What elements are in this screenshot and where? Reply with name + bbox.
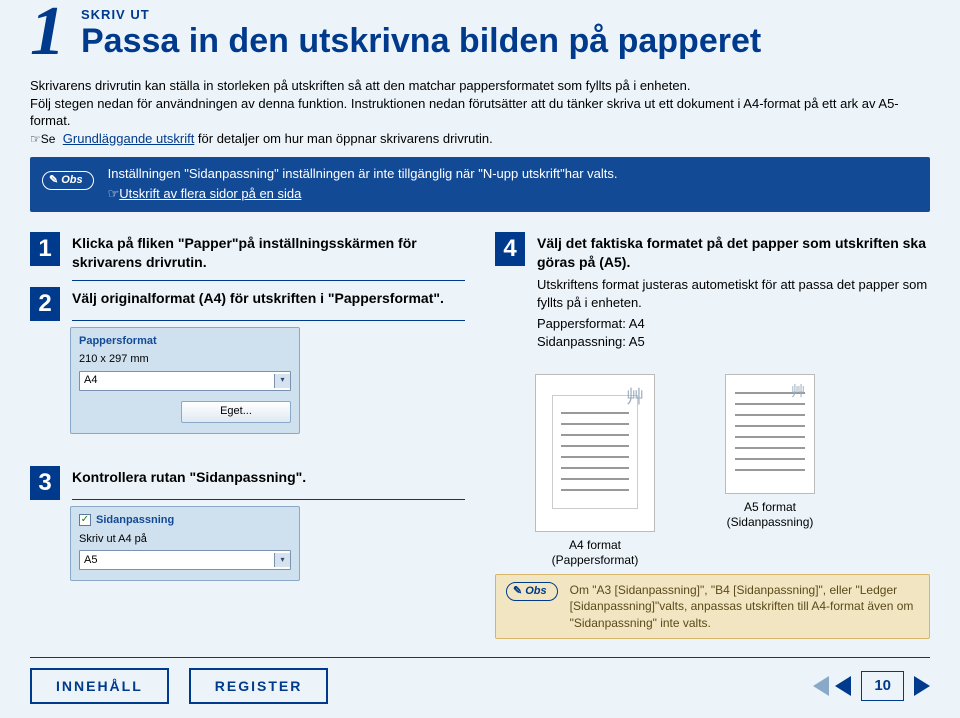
warning-note: Obs Om "A3 [Sidanpassning]", "B4 [Sidanp…: [495, 574, 930, 639]
a4-caption-2: (Pappersformat): [535, 553, 655, 568]
nav-first-icon[interactable]: [813, 676, 829, 696]
nav-next-icon[interactable]: [914, 676, 930, 696]
step-number: 4: [495, 232, 525, 266]
step-4-detail-1: Utskriftens format justeras autometiskt …: [537, 276, 930, 311]
contents-button[interactable]: INNEHÅLL: [30, 668, 169, 704]
step-4-title: Välj det faktiska formatet på det papper…: [537, 234, 930, 272]
tree-icon: ⾋: [624, 385, 646, 407]
page-title: Passa in den utskrivna bilden på pappere…: [81, 24, 761, 60]
step-2-title: Välj originalformat (A4) för utskriften …: [72, 289, 465, 308]
callout-line1: Inställningen "Sidanpassning" inställnin…: [108, 165, 920, 183]
obs-badge: Obs: [506, 582, 558, 601]
intro-link-suffix: för detaljer om hur man öppnar skrivaren…: [194, 131, 492, 146]
step-4-detail-2: Pappersformat: A4: [537, 315, 930, 333]
fit-to-page-checkbox[interactable]: ✓: [79, 514, 91, 526]
intro-block: Skrivarens drivrutin kan ställa in storl…: [30, 77, 930, 147]
select-value: A4: [84, 373, 97, 388]
step-3-title: Kontrollera rutan "Sidanpassning".: [72, 468, 465, 487]
ui-paper-dims: 210 x 297 mm: [79, 352, 291, 367]
paper-format-select[interactable]: A4 ▾: [79, 371, 291, 391]
step-number: 2: [30, 287, 60, 321]
ui-label-fit: Sidanpassning: [96, 513, 174, 528]
section-overline: SKRIV UT: [81, 6, 761, 24]
note-callout: Obs Inställningen "Sidanpassning" instäl…: [30, 157, 930, 212]
fit-size-select[interactable]: A5 ▾: [79, 550, 291, 570]
a4-caption-1: A4 format: [535, 538, 655, 553]
step-number: 3: [30, 466, 60, 500]
page-footer: INNEHÅLL REGISTER 10: [30, 668, 930, 704]
a5-caption-1: A5 format: [725, 500, 815, 515]
step-4-detail-3: Sidanpassning: A5: [537, 333, 930, 351]
ui-fit-line: Skriv ut A4 på: [79, 532, 291, 547]
chevron-down-icon: ▾: [274, 374, 290, 388]
intro-paragraph-2: Följ stegen nedan för användningen av de…: [30, 95, 930, 130]
select-value: A5: [84, 553, 97, 568]
index-button[interactable]: REGISTER: [189, 668, 329, 704]
pointer-icon: ☞Se: [30, 132, 59, 146]
paper-a5-illustration: ⾋: [725, 374, 815, 494]
chevron-down-icon: ▾: [274, 553, 290, 567]
pointer-icon: ☞: [108, 186, 120, 201]
tree-icon: ⾋: [787, 382, 809, 404]
ui-fit-to-page-group: ✓ Sidanpassning Skriv ut A4 på A5 ▾: [70, 506, 300, 582]
page-number: 10: [861, 671, 904, 701]
intro-paragraph-1: Skrivarens drivrutin kan ställa in storl…: [30, 77, 930, 95]
step-number: 1: [30, 232, 60, 266]
step-4: 4 Välj det faktiska formatet på det papp…: [495, 232, 930, 358]
paper-a4-illustration: ⾋: [535, 374, 655, 532]
warning-text: Om "A3 [Sidanpassning]", "B4 [Sidanpassn…: [570, 582, 919, 631]
step-1-title: Klicka på fliken "Papper"på inställnings…: [72, 234, 465, 272]
a5-caption-2: (Sidanpassning): [725, 515, 815, 530]
step-1: 1 Klicka på fliken "Papper"på inställnin…: [30, 232, 465, 281]
custom-paper-button[interactable]: Eget...: [181, 401, 291, 423]
ui-paper-format-group: Pappersformat 210 x 297 mm A4 ▾ Eget...: [70, 327, 300, 434]
step-2: 2 Välj originalformat (A4) för utskrifte…: [30, 287, 465, 321]
link-basic-printing[interactable]: Grundläggande utskrift: [63, 131, 195, 146]
page-header: 1 SKRIV UT Passa in den utskrivna bilden…: [30, 0, 930, 63]
ui-label-paperformat: Pappersformat: [79, 334, 291, 349]
nav-prev-icon[interactable]: [835, 676, 851, 696]
paper-illustration-row: ⾋ A4 format (Pappersformat) ⾋ A5 format …: [535, 374, 930, 568]
obs-badge: Obs: [42, 171, 94, 190]
link-multi-page[interactable]: Utskrift av flera sidor på en sida: [119, 185, 301, 203]
section-number: 1: [30, 0, 63, 63]
step-3: 3 Kontrollera rutan "Sidanpassning".: [30, 466, 465, 500]
